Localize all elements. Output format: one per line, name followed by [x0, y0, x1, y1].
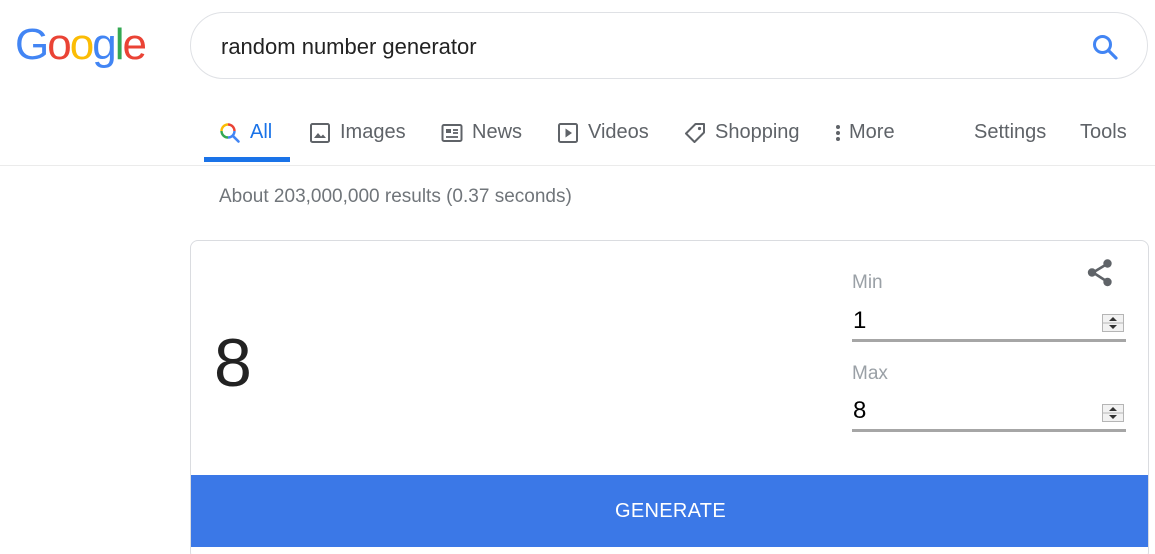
tab-videos[interactable]: Videos	[557, 103, 649, 166]
search-input[interactable]	[221, 13, 1061, 80]
news-icon	[441, 123, 463, 142]
min-stepper[interactable]	[1102, 314, 1124, 332]
share-button[interactable]	[1085, 258, 1115, 288]
random-number-result: 8	[214, 325, 252, 401]
google-logo[interactable]: G o o g l e	[15, 18, 147, 72]
tab-tools[interactable]: Tools	[1080, 103, 1127, 166]
search-results-page: G o o g l e All	[0, 0, 1155, 554]
more-vert-icon	[836, 124, 840, 141]
min-label: Min	[852, 272, 883, 293]
tab-label: News	[472, 121, 523, 143]
play-icon	[558, 122, 578, 143]
logo-letter: e	[122, 20, 147, 69]
search-button[interactable]	[1091, 33, 1119, 61]
min-field	[852, 304, 1126, 342]
max-stepper[interactable]	[1102, 404, 1124, 422]
spinner-arrows-icon	[1102, 314, 1124, 332]
active-tab-indicator	[204, 157, 290, 162]
tab-label: Tools	[1080, 121, 1127, 143]
max-input[interactable]	[853, 394, 1083, 428]
min-input[interactable]	[853, 304, 1083, 338]
tag-icon	[685, 122, 705, 143]
logo-letter: G	[15, 20, 49, 69]
search-box	[190, 12, 1148, 80]
tab-label: Images	[340, 121, 406, 143]
tab-news[interactable]: News	[441, 103, 522, 166]
tab-shopping[interactable]: Shopping	[684, 103, 800, 166]
logo-letter: g	[92, 20, 117, 69]
max-field	[852, 394, 1126, 432]
logo-letter: l	[114, 20, 125, 69]
search-icon	[220, 122, 240, 143]
search-tabs: All Images News Videos Shopping More Set…	[0, 103, 1155, 166]
random-number-generator-card: 8 Min Max	[190, 240, 1149, 554]
tab-label: More	[849, 121, 895, 143]
spinner-arrows-icon	[1102, 404, 1124, 422]
tab-label: All	[250, 121, 273, 143]
image-icon	[310, 122, 330, 143]
tab-settings[interactable]: Settings	[974, 103, 1046, 166]
share-icon	[1087, 259, 1112, 287]
tab-label: Shopping	[715, 121, 800, 143]
max-label: Max	[852, 363, 888, 384]
tab-images[interactable]: Images	[309, 103, 406, 166]
tab-label: Videos	[588, 121, 649, 143]
tab-label: Settings	[974, 121, 1047, 143]
search-icon	[1093, 35, 1118, 60]
result-stats: About 203,000,000 results (0.37 seconds)	[219, 186, 572, 207]
logo-letter: o	[69, 20, 95, 69]
tab-more[interactable]: More	[834, 103, 895, 166]
logo-letter: o	[47, 20, 72, 69]
generate-button[interactable]: GENERATE	[191, 475, 1148, 547]
